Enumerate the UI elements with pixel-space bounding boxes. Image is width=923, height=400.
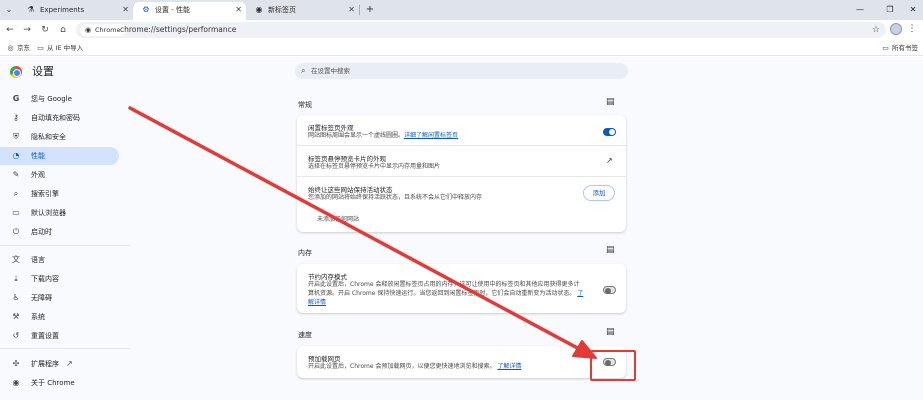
- annotation-arrow: [128, 106, 597, 359]
